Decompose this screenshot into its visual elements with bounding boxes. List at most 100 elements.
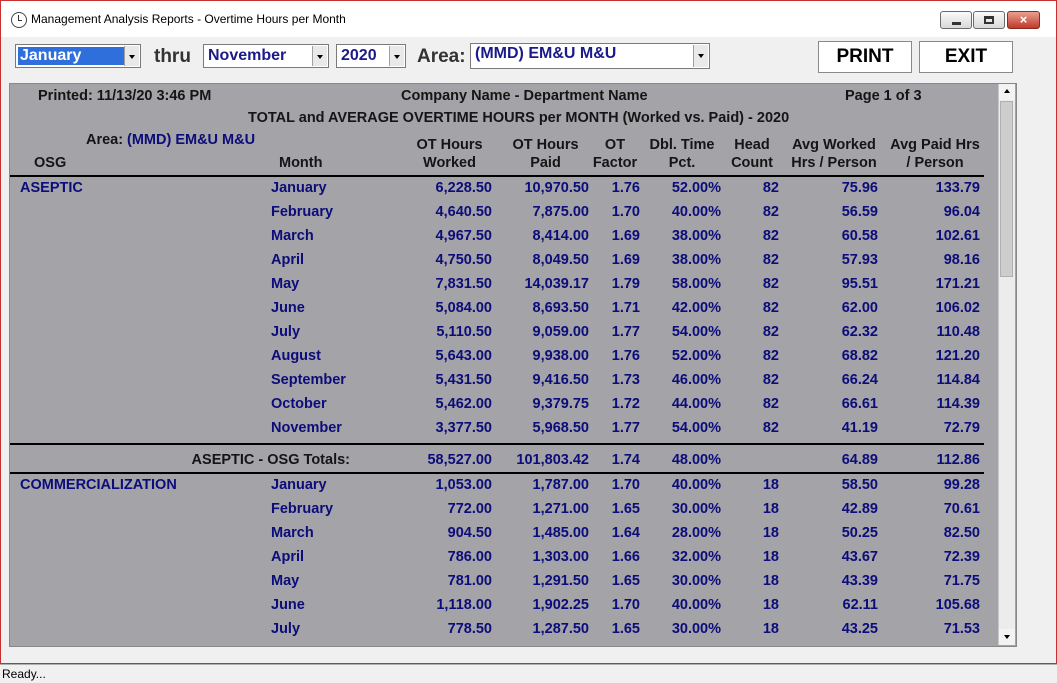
cell-avg-paid: 121.20	[935, 348, 980, 364]
cell-month: August	[271, 348, 321, 364]
report-window: Management Analysis Reports - Overtime H…	[0, 0, 1057, 664]
scroll-down-icon[interactable]	[999, 629, 1015, 645]
cell-avg-worked: 43.67	[841, 549, 878, 565]
total-avg-paid: 112.86	[936, 452, 980, 468]
header-ot-factor-2: Factor	[592, 155, 638, 171]
cell-ot-worked: 6,228.50	[435, 180, 492, 196]
cell-ot-factor: 1.64	[611, 525, 640, 541]
year-value: 2020	[341, 47, 377, 64]
minimize-button[interactable]	[940, 11, 972, 29]
cell-month: July	[271, 621, 301, 637]
cell-avg-paid: 70.61	[943, 501, 980, 517]
cell-head-count: 82	[762, 396, 779, 412]
cell-avg-paid: 114.39	[936, 396, 980, 412]
cell-head-count: 18	[762, 597, 779, 613]
cell-dbl-time: 40.00%	[671, 597, 721, 613]
cell-avg-paid: 98.16	[943, 252, 980, 268]
cell-ot-factor: 1.72	[611, 396, 640, 412]
exit-button[interactable]: EXIT	[919, 41, 1013, 73]
total-avg-worked: 64.89	[841, 452, 878, 468]
cell-ot-worked: 5,110.50	[436, 324, 492, 340]
total-ot-paid: 101,803.42	[516, 452, 589, 468]
cell-ot-worked: 4,640.50	[435, 204, 492, 220]
cell-avg-paid: 71.53	[943, 621, 980, 637]
cell-month: October	[271, 396, 327, 412]
header-ot-factor: OT	[604, 137, 626, 153]
cell-avg-worked: 62.32	[841, 324, 878, 340]
cell-ot-paid: 9,416.50	[532, 372, 589, 388]
cell-avg-paid: 133.79	[935, 180, 980, 196]
cell-dbl-time: 54.00%	[671, 420, 721, 436]
cell-head-count: 18	[762, 573, 779, 589]
cell-avg-paid: 102.61	[935, 228, 980, 244]
cell-head-count: 18	[762, 501, 779, 517]
cell-dbl-time: 54.00%	[671, 324, 721, 340]
cell-month: January	[271, 180, 327, 196]
cell-ot-paid: 9,379.75	[532, 396, 589, 412]
cell-ot-paid: 14,039.17	[524, 276, 589, 292]
cell-head-count: 82	[762, 324, 779, 340]
cell-ot-factor: 1.77	[611, 324, 640, 340]
scroll-up-icon[interactable]	[999, 84, 1015, 100]
cell-head-count: 18	[762, 621, 779, 637]
area-select[interactable]: (MMD) EM&U M&U	[470, 43, 710, 69]
scroll-thumb[interactable]	[1000, 101, 1013, 277]
print-button[interactable]: PRINT	[818, 41, 912, 73]
close-button[interactable]: ×	[1007, 11, 1040, 29]
cell-month: February	[271, 204, 334, 220]
header-osg: OSG	[34, 155, 67, 171]
cell-head-count: 82	[762, 228, 779, 244]
cell-ot-paid: 8,049.50	[532, 252, 589, 268]
status-bar: Ready...	[0, 664, 1057, 683]
cell-dbl-time: 30.00%	[671, 621, 721, 637]
header-dbl-time-2: Pct.	[668, 155, 696, 171]
cell-ot-factor: 1.70	[611, 597, 640, 613]
cell-ot-factor: 1.65	[611, 501, 640, 517]
vertical-scrollbar[interactable]	[998, 84, 1015, 645]
chevron-down-icon[interactable]	[124, 46, 139, 66]
maximize-button[interactable]	[973, 11, 1005, 29]
cell-ot-paid: 8,693.50	[532, 300, 589, 316]
cell-ot-worked: 7,831.50	[435, 276, 492, 292]
header-ot-paid: OT Hours	[512, 137, 579, 153]
cell-avg-paid: 105.68	[935, 597, 980, 613]
clock-icon	[11, 12, 27, 28]
cell-head-count: 18	[762, 525, 779, 541]
chevron-down-icon[interactable]	[693, 45, 708, 67]
year-select[interactable]: 2020	[336, 44, 406, 68]
cell-ot-worked: 1,118.00	[436, 597, 492, 613]
cell-head-count: 18	[762, 477, 779, 493]
header-dbl-time: Dbl. Time	[649, 137, 715, 153]
cell-ot-factor: 1.70	[611, 204, 640, 220]
cell-month: March	[271, 525, 314, 541]
cell-avg-paid: 110.48	[936, 324, 980, 340]
header-month: Month	[279, 155, 323, 171]
chevron-down-icon[interactable]	[389, 46, 404, 66]
area-value: (MMD) EM&U M&U	[475, 45, 617, 62]
cell-avg-paid: 106.02	[935, 300, 980, 316]
cell-avg-paid: 99.28	[943, 477, 980, 493]
to-month-select[interactable]: November	[203, 44, 329, 68]
cell-month: January	[271, 477, 327, 493]
cell-ot-factor: 1.76	[611, 180, 640, 196]
report-preview: Printed: 11/13/20 3:46 PM Company Name -…	[9, 83, 1017, 647]
cell-ot-paid: 9,059.00	[532, 324, 589, 340]
cell-ot-worked: 4,967.50	[435, 228, 492, 244]
close-icon: ×	[1019, 12, 1028, 27]
chevron-down-icon[interactable]	[312, 46, 327, 66]
cell-month: June	[271, 597, 305, 613]
cell-month: February	[271, 501, 334, 517]
cell-ot-factor: 1.71	[611, 300, 640, 316]
cell-avg-worked: 41.19	[841, 420, 878, 436]
cell-avg-worked: 62.00	[841, 300, 878, 316]
total-ot-factor: 1.74	[611, 452, 640, 468]
cell-avg-paid: 71.75	[943, 573, 980, 589]
cell-head-count: 82	[762, 276, 779, 292]
header-avg-worked: Avg Worked	[792, 137, 876, 153]
cell-avg-worked: 68.82	[841, 348, 878, 364]
cell-ot-factor: 1.69	[611, 252, 640, 268]
cell-ot-factor: 1.76	[611, 348, 640, 364]
from-month-select[interactable]: January	[15, 44, 141, 68]
cell-avg-worked: 56.59	[841, 204, 878, 220]
cell-ot-worked: 3,377.50	[435, 420, 492, 436]
